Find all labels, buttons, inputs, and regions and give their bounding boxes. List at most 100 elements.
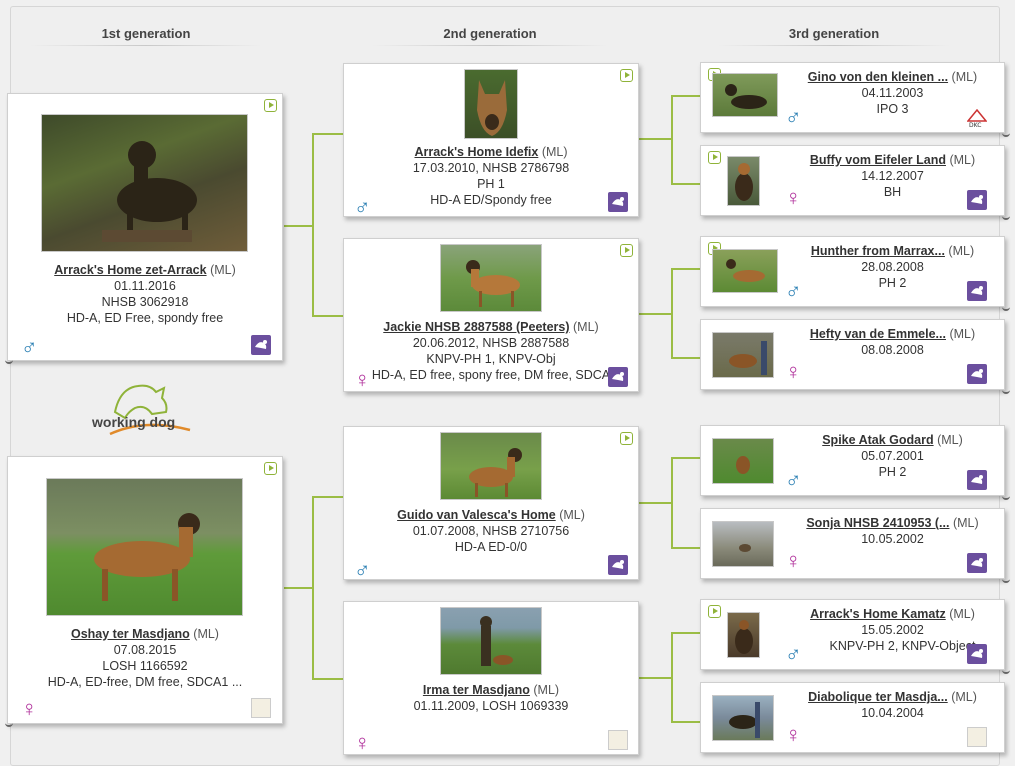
dog-photo[interactable] bbox=[712, 332, 774, 378]
dog-card-gen2[interactable]: Jackie NHSB 2887588 (Peeters) (ML) 20.06… bbox=[343, 238, 639, 392]
video-play-icon[interactable] bbox=[708, 605, 721, 618]
breeder-logo-icon[interactable] bbox=[608, 730, 628, 750]
breed-code: (ML) bbox=[951, 690, 977, 704]
working-dog-badge-icon[interactable] bbox=[967, 644, 987, 664]
breed-code: (ML) bbox=[949, 327, 976, 341]
dog-photo[interactable] bbox=[727, 156, 760, 206]
dog-photo[interactable] bbox=[440, 244, 542, 312]
dog-health: HD-A ED-0/0 bbox=[454, 540, 528, 554]
dog-photo[interactable] bbox=[712, 438, 774, 484]
dog-name-line: Diabolique ter Masdja... (ML) bbox=[781, 689, 1004, 705]
dog-birthdate: 08.08.2008 bbox=[861, 343, 924, 357]
connector bbox=[312, 133, 314, 317]
connector bbox=[671, 632, 673, 723]
breeder-logo-icon[interactable] bbox=[967, 727, 987, 747]
female-icon: ♀ bbox=[785, 722, 802, 747]
video-play-icon[interactable] bbox=[264, 99, 277, 112]
working-dog-badge-icon[interactable] bbox=[967, 364, 987, 384]
video-play-icon[interactable] bbox=[264, 462, 277, 475]
dog-card-dam[interactable]: Oshay ter Masdjano (ML) 07.08.2015 LOSH … bbox=[5, 456, 283, 727]
dog-name-link[interactable]: Arrack's Home Idefix bbox=[414, 145, 538, 159]
breed-code: (ML) bbox=[948, 244, 975, 258]
connector bbox=[639, 502, 673, 504]
connector bbox=[671, 268, 701, 270]
connector bbox=[671, 457, 701, 459]
dog-photo[interactable] bbox=[440, 432, 542, 500]
dog-birthdate: 10.04.2004 bbox=[861, 706, 924, 720]
dog-silhouette-icon bbox=[735, 620, 753, 654]
header-gen1: 1st generation bbox=[30, 26, 262, 46]
connector bbox=[312, 133, 344, 135]
dog-name-link[interactable]: Hunther from Marrax... bbox=[811, 244, 945, 258]
working-dog-badge-icon[interactable] bbox=[967, 553, 987, 573]
male-icon: ♂ bbox=[21, 334, 38, 359]
working-dog-badge-icon[interactable] bbox=[608, 555, 628, 575]
dog-name-link[interactable]: Arrack's Home Kamatz bbox=[810, 607, 946, 621]
breed-code: (ML) bbox=[952, 516, 979, 530]
card-curl bbox=[1002, 133, 1010, 137]
dog-photo[interactable] bbox=[712, 521, 774, 567]
dog-photo[interactable] bbox=[712, 73, 778, 117]
dog-name-link[interactable]: Jackie NHSB 2887588 (Peeters) bbox=[383, 320, 569, 334]
video-play-icon[interactable] bbox=[620, 69, 633, 82]
dog-name-link[interactable]: Gino von den kleinen ... bbox=[808, 70, 948, 84]
video-play-icon[interactable] bbox=[708, 151, 721, 164]
dog-birthdate: 28.08.2008 bbox=[861, 260, 924, 274]
video-play-icon[interactable] bbox=[620, 244, 633, 257]
dog-card-gen3[interactable]: Gino von den kleinen ... (ML) 04.11.2003… bbox=[700, 62, 1010, 137]
connector bbox=[312, 496, 344, 498]
dog-card-gen3[interactable]: Buffy vom Eifeler Land (ML) 14.12.2007 B… bbox=[700, 145, 1010, 220]
dog-card-sire[interactable]: Arrack's Home zet-Arrack (ML) 01.11.2016… bbox=[5, 93, 283, 364]
dog-name-link[interactable]: Guido van Valesca's Home bbox=[397, 508, 556, 522]
connector bbox=[671, 95, 673, 185]
dog-photo[interactable] bbox=[46, 478, 243, 616]
dog-name-link[interactable]: Diabolique ter Masdja... bbox=[808, 690, 948, 704]
dog-card-gen2[interactable]: Arrack's Home Idefix (ML) 17.03.2010, NH… bbox=[343, 63, 639, 219]
dog-card-gen3[interactable]: Spike Atak Godard (ML) 05.07.2001 PH 2 ♂ bbox=[700, 425, 1010, 500]
working-dog-badge-icon[interactable] bbox=[608, 367, 628, 387]
video-play-icon[interactable] bbox=[620, 432, 633, 445]
female-icon: ♀ bbox=[354, 730, 371, 755]
dog-birthdate: 10.05.2002 bbox=[861, 532, 924, 546]
dog-photo[interactable] bbox=[464, 69, 518, 139]
dog-photo[interactable] bbox=[712, 695, 774, 741]
working-dog-badge-icon[interactable] bbox=[967, 281, 987, 301]
dog-photo[interactable] bbox=[712, 249, 778, 293]
dog-name-link[interactable]: Irma ter Masdjano bbox=[423, 683, 530, 697]
working-dog-badge-icon[interactable] bbox=[967, 190, 987, 210]
dog-photo[interactable] bbox=[727, 612, 760, 658]
dog-name-link[interactable]: Hefty van de Emmele... bbox=[810, 327, 946, 341]
dog-card-gen3[interactable]: Hefty van de Emmele... (ML) 08.08.2008 ♀ bbox=[700, 319, 1010, 394]
working-dog-badge-icon[interactable] bbox=[251, 335, 271, 355]
header-gen2: 2nd generation bbox=[372, 26, 608, 46]
dog-health: HD-A, ED Free, spondy free bbox=[66, 311, 224, 325]
breed-code: (ML) bbox=[541, 145, 568, 159]
dog-name-link[interactable]: Arrack's Home zet-Arrack bbox=[54, 263, 206, 277]
dog-card-gen3[interactable]: Hunther from Marrax... (ML) 28.08.2008 P… bbox=[700, 236, 1010, 311]
dog-name-link[interactable]: Buffy vom Eifeler Land bbox=[810, 153, 946, 167]
breed-code: (ML) bbox=[573, 320, 599, 334]
male-icon: ♂ bbox=[354, 194, 371, 219]
connector bbox=[671, 183, 701, 185]
dog-name-link[interactable]: Oshay ter Masdjano bbox=[71, 627, 190, 641]
header-gen3: 3rd generation bbox=[718, 26, 950, 46]
dog-card-gen3[interactable]: Arrack's Home Kamatz (ML) 15.05.2002 KNP… bbox=[700, 599, 1010, 674]
dog-photo[interactable] bbox=[41, 114, 248, 252]
dog-card-gen3[interactable]: Sonja NHSB 2410953 (... (ML) 10.05.2002 … bbox=[700, 508, 1010, 583]
dog-card-gen2[interactable]: Guido van Valesca's Home (ML) 01.07.2008… bbox=[343, 426, 639, 581]
dog-name-link[interactable]: Sonja NHSB 2410953 (... bbox=[806, 516, 949, 530]
male-icon: ♂ bbox=[785, 278, 802, 303]
dog-card-gen3[interactable]: Diabolique ter Masdja... (ML) 10.04.2004… bbox=[700, 682, 1005, 753]
dog-name-link[interactable]: Spike Atak Godard bbox=[822, 433, 933, 447]
connector bbox=[312, 315, 344, 317]
breeder-logo-icon[interactable] bbox=[251, 698, 271, 718]
connector bbox=[671, 632, 701, 634]
dog-name-line: Sonja NHSB 2410953 (... (ML) bbox=[781, 515, 1004, 531]
working-dog-badge-icon[interactable] bbox=[608, 192, 628, 212]
dog-card-gen2[interactable]: Irma ter Masdjano (ML) 01.11.2009, LOSH … bbox=[343, 601, 639, 755]
breeder-logo-icon[interactable]: DKC bbox=[966, 108, 988, 129]
working-dog-badge-icon[interactable] bbox=[967, 470, 987, 490]
dog-health: HD-A, ED-free, DM free, SDCA1 ... bbox=[47, 675, 243, 689]
dog-photo[interactable] bbox=[440, 607, 542, 675]
dog-birthdate: 17.03.2010, NHSB 2786798 bbox=[412, 161, 570, 175]
